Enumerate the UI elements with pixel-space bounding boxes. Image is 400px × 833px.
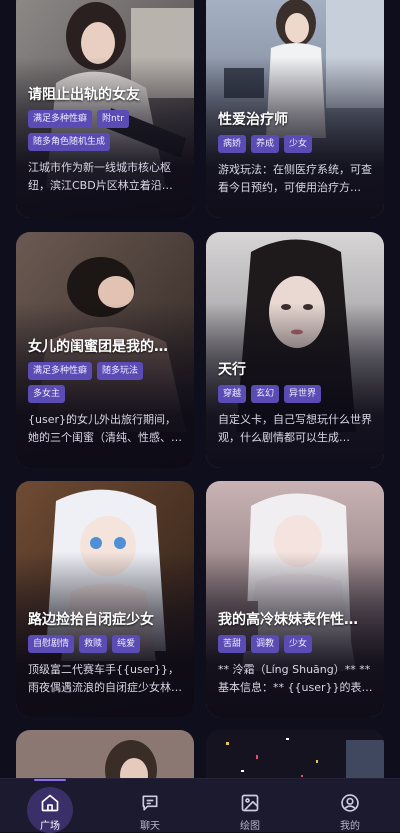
- tab-label: 绘图: [240, 821, 260, 832]
- tag: 调教: [251, 635, 280, 653]
- character-card[interactable]: 我的高冷妹妹表作性… 苦甜 调教 少女 ** 泠霜（Líng Shuāng）**…: [206, 481, 384, 717]
- tag: 附ntr: [97, 110, 129, 128]
- card-title: 天行: [218, 362, 246, 378]
- bottom-tab-bar: 广场 聊天 绘图 我的: [0, 778, 400, 833]
- tag-list: 穿越 玄幻 异世界: [218, 385, 374, 403]
- card-title: 我的高冷妹妹表作性…: [218, 612, 358, 628]
- tag: 随多玩法: [97, 362, 144, 380]
- character-card[interactable]: [16, 730, 194, 778]
- tag: 自慰剧情: [28, 635, 75, 653]
- tab-profile[interactable]: 我的: [300, 779, 400, 832]
- tag: 多女主: [28, 385, 66, 403]
- tag: 养成: [251, 135, 280, 153]
- tab-label: 聊天: [140, 821, 160, 832]
- card-description: 江城市作为新一线城市核心枢纽，滨江CBD片区林立着沿…: [28, 161, 173, 192]
- image-icon: [235, 789, 265, 816]
- card-description: {user}的女儿外出旅行期间，她的三个闺蜜（清纯、性感、…: [28, 413, 182, 444]
- card-info: 路边捡拾自闭症少女 自慰剧情 救赎 纯爱 顶级富二代赛车手{{user}}，雨夜…: [28, 611, 184, 697]
- tag: 穿越: [218, 385, 247, 403]
- tag: 少女: [284, 635, 313, 653]
- card-info: 性爱治疗师 病娇 养成 少女 游戏玩法：在侧医疗系统，可查看今日预约，可使用治疗…: [218, 111, 374, 197]
- tag: 随多角色随机生成: [28, 133, 111, 151]
- card-info: 天行 穿越 玄幻 异世界 自定义卡，自己写想玩什么世界观，什么剧情都可以生成…: [218, 361, 374, 447]
- tag: 满足多种性癖: [28, 362, 93, 380]
- card-description: 自定义卡，自己写想玩什么世界观，什么剧情都可以生成…: [218, 413, 372, 444]
- tag-list: 满足多种性癖 随多玩法 多女主: [28, 362, 184, 403]
- card-description: ** 泠霜（Líng Shuāng）** ** 基本信息：** {{user}}…: [218, 663, 371, 694]
- tag-list: 苦甜 调教 少女: [218, 635, 374, 653]
- chat-icon: [135, 789, 165, 816]
- user-icon: [335, 789, 365, 816]
- tag: 纯爱: [112, 635, 141, 653]
- tab-draw[interactable]: 绘图: [200, 779, 300, 832]
- card-cover-image: [206, 730, 384, 778]
- tag: 苦甜: [218, 635, 247, 653]
- card-title: 请阻止出轨的女友: [28, 87, 140, 103]
- card-title: 路边捡拾自闭症少女: [28, 612, 154, 628]
- character-card[interactable]: 性爱治疗师 病娇 养成 少女 游戏玩法：在侧医疗系统，可查看今日预约，可使用治疗…: [206, 0, 384, 218]
- character-card[interactable]: 女儿的闺蜜团是我的… 满足多种性癖 随多玩法 多女主 {user}的女儿外出旅行…: [16, 232, 194, 468]
- tab-label: 广场: [40, 821, 60, 832]
- home-icon: [35, 789, 65, 816]
- tag: 玄幻: [251, 385, 280, 403]
- card-title: 女儿的闺蜜团是我的…: [28, 339, 168, 355]
- tag: 救赎: [79, 635, 108, 653]
- character-card[interactable]: 天行 穿越 玄幻 异世界 自定义卡，自己写想玩什么世界观，什么剧情都可以生成…: [206, 232, 384, 468]
- active-indicator: [34, 779, 66, 781]
- card-info: 请阻止出轨的女友 满足多种性癖 附ntr 随多角色随机生成 江城市作为新一线城市…: [28, 86, 184, 195]
- tag: 少女: [284, 135, 313, 153]
- card-cover-image: [16, 730, 194, 778]
- card-info: 我的高冷妹妹表作性… 苦甜 调教 少女 ** 泠霜（Líng Shuāng）**…: [218, 611, 374, 697]
- tag-list: 自慰剧情 救赎 纯爱: [28, 635, 184, 653]
- tab-label: 我的: [340, 821, 360, 832]
- character-feed[interactable]: 请阻止出轨的女友 满足多种性癖 附ntr 随多角色随机生成 江城市作为新一线城市…: [0, 0, 400, 778]
- card-title: 性爱治疗师: [218, 112, 288, 128]
- tag-list: 满足多种性癖 附ntr 随多角色随机生成: [28, 110, 184, 151]
- tab-chat[interactable]: 聊天: [100, 779, 200, 832]
- tag-list: 病娇 养成 少女: [218, 135, 374, 153]
- card-description: 游戏玩法：在侧医疗系统，可查看今日预约，可使用治疗方…: [218, 163, 372, 194]
- tag: 异世界: [284, 385, 322, 403]
- card-description: 顶级富二代赛车手{{user}}，雨夜偶遇流浪的自闭症少女林晚…: [28, 663, 179, 694]
- tag: 病娇: [218, 135, 247, 153]
- character-card[interactable]: 请阻止出轨的女友 满足多种性癖 附ntr 随多角色随机生成 江城市作为新一线城市…: [16, 0, 194, 218]
- tag: 满足多种性癖: [28, 110, 93, 128]
- character-card[interactable]: 路边捡拾自闭症少女 自慰剧情 救赎 纯爱 顶级富二代赛车手{{user}}，雨夜…: [16, 481, 194, 717]
- card-info: 女儿的闺蜜团是我的… 满足多种性癖 随多玩法 多女主 {user}的女儿外出旅行…: [28, 338, 184, 447]
- tab-square[interactable]: 广场: [0, 779, 100, 833]
- character-card[interactable]: [206, 730, 384, 778]
